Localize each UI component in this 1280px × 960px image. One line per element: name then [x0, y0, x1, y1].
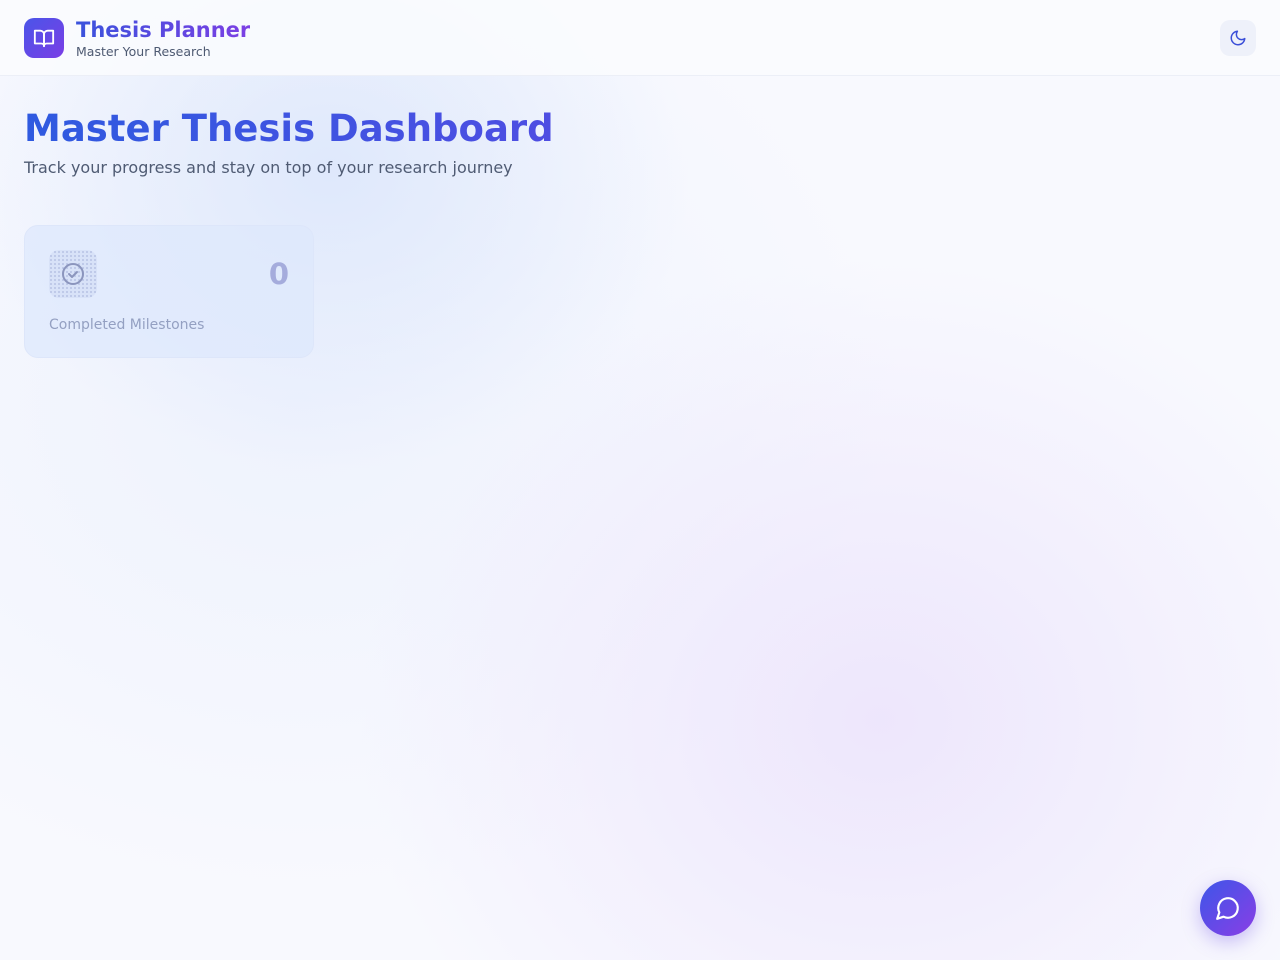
page-subtitle: Track your progress and stay on top of y…: [24, 158, 513, 177]
app-header: Thesis Planner Master Your Research: [0, 0, 1280, 76]
stat-card-completed-milestones: 0 Completed Milestones: [24, 225, 314, 358]
theme-toggle-button[interactable]: [1220, 20, 1256, 56]
app-logo: [24, 18, 64, 58]
chat-button[interactable]: [1200, 880, 1256, 936]
app-subtitle: Master Your Research: [76, 44, 211, 59]
stat-value: 0: [268, 257, 289, 291]
message-circle-icon: [1215, 895, 1241, 921]
stat-label: Completed Milestones: [49, 317, 205, 333]
stat-icon-container: [49, 250, 97, 298]
moon-icon: [1229, 29, 1247, 47]
book-open-icon: [33, 27, 55, 49]
page-title: Master Thesis Dashboard: [24, 107, 554, 150]
check-circle-icon: [61, 262, 85, 286]
app-title: Thesis Planner: [76, 18, 251, 42]
